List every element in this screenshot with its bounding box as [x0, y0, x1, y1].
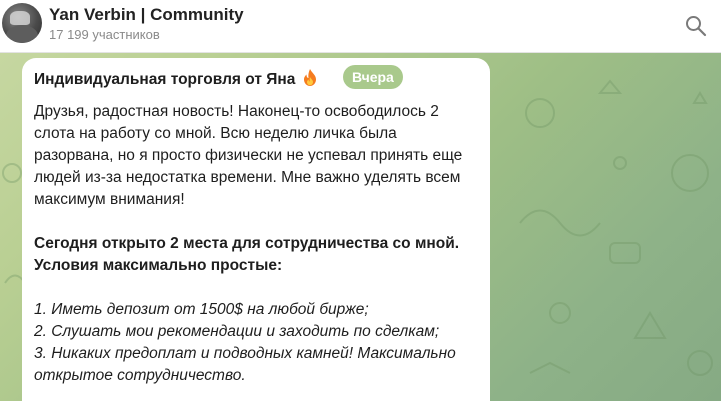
message-paragraph-2: Сегодня открыто 2 места для сотрудничест…	[34, 235, 460, 274]
list-item: 3. Никаких предоплат и подводных камней!…	[34, 345, 456, 384]
date-badge: Вчера	[343, 65, 403, 89]
chat-window: Yan Verbin | Community 17 199 участников…	[0, 0, 721, 401]
member-count: 17 199 участников	[49, 27, 160, 42]
conditions-list: 1. Иметь депозит от 1500$ на любой бирже…	[34, 299, 476, 387]
message-paragraph-1: Друзья, радостная новость! Наконец-то ос…	[34, 103, 463, 208]
avatar[interactable]	[2, 3, 42, 43]
list-item: 2. Слушать мои рекомендации и заходить п…	[34, 323, 440, 340]
message-bubble: Индивидуальная торговля от Яна Вчера Дру…	[22, 58, 490, 401]
post-title-line: Индивидуальная торговля от Яна	[34, 69, 317, 93]
chat-title[interactable]: Yan Verbin | Community	[49, 5, 244, 25]
list-item: 1. Иметь депозит от 1500$ на любой бирже…	[34, 301, 369, 318]
message-header: Индивидуальная торговля от Яна Вчера	[34, 65, 476, 91]
chat-header: Yan Verbin | Community 17 199 участников	[0, 0, 721, 53]
search-icon[interactable]	[684, 14, 708, 38]
fire-icon	[303, 69, 317, 93]
post-title: Индивидуальная торговля от Яна	[34, 71, 296, 88]
